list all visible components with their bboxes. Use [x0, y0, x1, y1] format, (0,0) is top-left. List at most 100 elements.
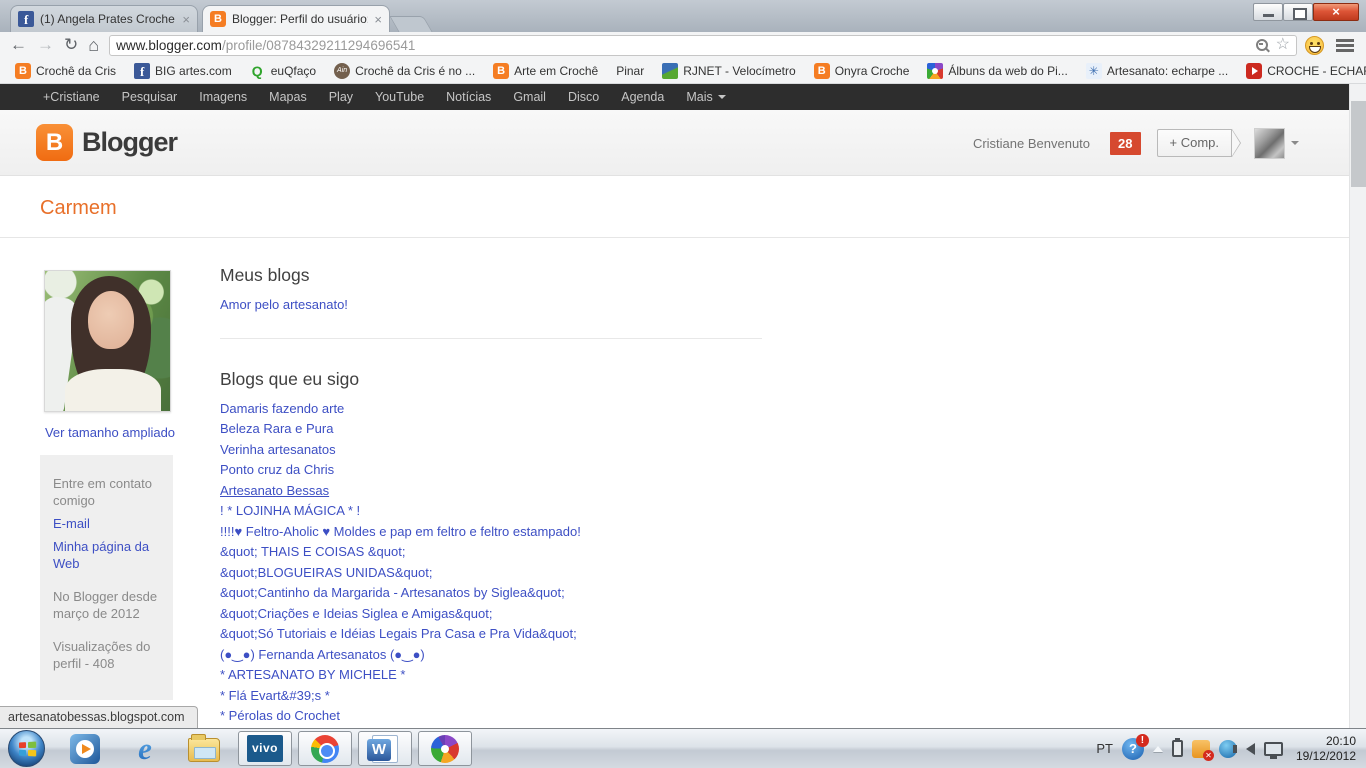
followed-blog-link[interactable]: &quot;Só Tutoriais e Idéias Legais Pra C… [220, 624, 762, 645]
account-name[interactable]: Cristiane Benvenuto [973, 136, 1090, 151]
scrollbar-thumb[interactable] [1351, 101, 1366, 187]
extension-smiley-icon[interactable] [1305, 35, 1324, 55]
explorer-folder-icon[interactable] [188, 732, 222, 766]
google-bar-item[interactable]: Play [318, 90, 364, 104]
blogger-logo[interactable]: Blogger [36, 124, 178, 161]
toolbar: ← → ↻ ⌂ www.blogger.com/profile/08784329… [0, 32, 1366, 224]
volume-icon[interactable] [1232, 742, 1255, 755]
contact-link[interactable]: Minha página da Web [53, 538, 160, 572]
facebook-favicon [18, 11, 34, 28]
profile-photo[interactable] [44, 270, 171, 412]
account-caret-icon[interactable] [1291, 141, 1299, 145]
followed-blog-link[interactable]: ! * LOJINHA MÁGICA * ! [220, 501, 762, 522]
bookmark-item[interactable]: CROCHE - ECHARP... [1237, 62, 1366, 79]
bookmark-item[interactable]: Crochê da Cris é no ... [325, 62, 484, 79]
minimize-button[interactable] [1253, 3, 1283, 21]
member-since: No Blogger desde março de 2012 [53, 589, 158, 621]
followed-blog-link[interactable]: &quot;BLOGUEIRAS UNIDAS&quot; [220, 563, 762, 584]
followed-blog-link[interactable]: !!!!♥ Feltro-Aholic ♥ Moldes e pap em fe… [220, 522, 762, 543]
bookmark-favicon [927, 62, 944, 79]
followed-blog-link[interactable]: * Pérolas do Crochet [220, 706, 762, 727]
followed-blog-link[interactable]: * Flá Evart&#39;s * [220, 686, 762, 707]
header-account-area: Cristiane Benvenuto 28 + Comp. [973, 110, 1299, 176]
google-bar-item[interactable]: Imagens [188, 90, 258, 104]
blogger-header: Blogger Cristiane Benvenuto 28 + Comp. [0, 110, 1349, 176]
close-button[interactable]: × [1313, 3, 1359, 21]
followed-blog-link[interactable]: &quot;Cantinho da Margarida - Artesanato… [220, 583, 762, 604]
bookmark-star-icon[interactable]: ☆ [1276, 37, 1290, 53]
restore-button[interactable] [1283, 3, 1313, 21]
notification-badge[interactable]: 28 [1110, 131, 1141, 155]
bookmark-item[interactable]: Arte em Crochê [484, 62, 607, 79]
followed-blog-link[interactable]: &quot;Criações e Ideias Siglea e Amigas&… [220, 604, 762, 625]
network-icon[interactable] [1263, 741, 1283, 759]
new-tab-button[interactable] [389, 16, 433, 32]
divider [0, 237, 1349, 238]
google-bar-item[interactable]: +Cristiane [32, 90, 111, 104]
bookmark-favicon [134, 62, 151, 80]
vivo-app-button[interactable]: vivo [238, 731, 292, 766]
bookmark-item[interactable]: euQfaço [241, 63, 325, 79]
bookmark-favicon [813, 62, 830, 79]
battery-icon[interactable] [1171, 738, 1183, 757]
bookmark-item[interactable]: Onyra Croche [805, 62, 919, 79]
bookmark-item[interactable]: RJNET - Velocímetro [653, 62, 804, 79]
picasa-button[interactable] [418, 731, 472, 766]
home-icon[interactable]: ⌂ [88, 34, 99, 56]
word-button[interactable] [358, 731, 412, 766]
reload-icon[interactable]: ↻ [64, 34, 78, 56]
forward-icon[interactable]: → [37, 34, 54, 56]
contact-box: Entre em contato comigo E-mail Minha pági… [40, 455, 173, 700]
bookmark-item[interactable]: Álbuns da web do Pi... [918, 62, 1076, 79]
language-indicator[interactable]: PT [1096, 741, 1113, 756]
google-bar-item[interactable]: Mais [675, 90, 736, 104]
google-bar-item[interactable]: YouTube [364, 90, 435, 104]
google-bar-item[interactable]: Pesquisar [111, 90, 189, 104]
enlarge-photo-link[interactable]: Ver tamanho ampliado [40, 425, 180, 440]
network-error-icon[interactable] [1191, 739, 1214, 761]
bookmark-favicon [1085, 62, 1102, 79]
address-bar[interactable]: www.blogger.com/profile/0878432921129469… [2, 34, 1297, 224]
profile-title: Carmem [40, 197, 117, 219]
tab-close-icon[interactable]: × [374, 13, 382, 26]
back-icon[interactable]: ← [10, 34, 27, 56]
contact-link[interactable]: E-mail [53, 515, 160, 532]
followed-blog-link[interactable]: Beleza Rara e Pura [220, 419, 762, 440]
bookmark-item[interactable]: BIG artes.com [125, 62, 241, 80]
account-avatar[interactable] [1254, 127, 1285, 159]
tab-close-icon[interactable]: × [182, 13, 190, 26]
action-center-icon[interactable] [1121, 733, 1149, 760]
clock-time: 20:10 [1325, 733, 1356, 748]
internet-explorer-icon[interactable]: e [128, 731, 162, 766]
google-bar-item[interactable]: Agenda [610, 90, 675, 104]
profile-views: Visualizações do perfil - 408 [53, 639, 151, 671]
google-bar-item[interactable]: Notícias [435, 90, 502, 104]
google-bar-item[interactable]: Mapas [258, 90, 318, 104]
google-bar-item[interactable]: Disco [557, 90, 610, 104]
bookmark-item[interactable]: Pinar [2, 64, 653, 250]
tab-blogger-profile[interactable]: Blogger: Perfil do usuário: × [202, 5, 390, 32]
my-blog-link[interactable]: Amor pelo artesanato! [220, 295, 762, 316]
followed-blog-link[interactable]: Artesanato Bessas [220, 481, 762, 502]
blogger-logo-icon [36, 124, 73, 161]
hidden-icons-chevron[interactable] [1152, 745, 1163, 752]
followed-blog-link[interactable]: Verinha artesanatos [220, 440, 762, 461]
bookmark-item[interactable]: Crochê da Cris [6, 62, 125, 79]
chrome-button[interactable] [298, 731, 352, 766]
followed-blog-link[interactable]: (●‿●) Fernanda Artesanatos (●‿●) [220, 645, 762, 666]
scrollbar[interactable] [1349, 84, 1366, 728]
start-button[interactable] [8, 730, 45, 767]
followed-blog-link[interactable]: Ponto cruz da Chris [220, 460, 762, 481]
followed-blog-link[interactable]: Damaris fazendo arte [220, 399, 762, 420]
followed-blog-link[interactable]: * ARTESANATO BY MICHELE * [220, 665, 762, 686]
url-text: www.blogger.com/profile/0878432921129469… [116, 37, 416, 53]
clock[interactable]: 20:10 19/12/2012 [1292, 734, 1356, 764]
google-bar-item[interactable]: Gmail [502, 90, 557, 104]
bookmark-item[interactable]: Artesanato: echarpe ... [1077, 62, 1237, 79]
zoom-out-icon[interactable] [1255, 38, 1270, 53]
followed-blog-link[interactable]: &quot; THAIS E COISAS &quot; [220, 542, 762, 563]
chrome-menu-icon[interactable] [1336, 38, 1354, 53]
media-player-icon[interactable] [68, 732, 102, 766]
share-button[interactable]: + Comp. [1156, 129, 1243, 157]
tab-angela-prates[interactable]: (1) Angela Prates Croche - × [10, 5, 198, 32]
